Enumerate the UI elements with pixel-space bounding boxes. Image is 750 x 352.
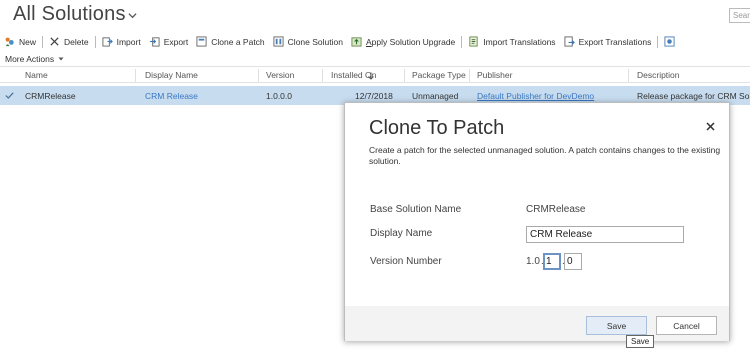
grid-header: Name Display Name Version Installed On P…: [0, 66, 750, 83]
check-icon[interactable]: [5, 92, 14, 99]
cell-package-type: Unmanaged: [412, 91, 459, 101]
cell-publisher[interactable]: Default Publisher for DevDemo: [477, 91, 594, 101]
column-header-publisher[interactable]: Publisher: [477, 70, 512, 80]
export-label: Export: [163, 36, 189, 47]
clone-patch-icon: [196, 36, 207, 47]
publish-icon: [664, 36, 675, 47]
column-header-display-name[interactable]: Display Name: [145, 70, 198, 80]
import-icon: [102, 37, 113, 47]
import-button[interactable]: Import: [98, 33, 145, 50]
import-translations-button[interactable]: Import Translations: [464, 33, 559, 50]
import-translations-icon: [469, 36, 478, 47]
page-title: All Solutions: [13, 3, 126, 25]
delete-icon: [50, 37, 59, 46]
version-revision-field[interactable]: 0: [564, 253, 582, 270]
delete-label: Delete: [64, 36, 89, 47]
search-input[interactable]: Search: [729, 8, 750, 23]
more-actions-label: More Actions: [5, 54, 55, 64]
export-translations-icon: [564, 36, 575, 47]
cell-installed-on: 12/7/2018: [355, 91, 393, 101]
column-divider: [322, 69, 323, 82]
toolbar-divider: [657, 35, 659, 48]
column-divider: [628, 69, 629, 82]
chevron-down-icon[interactable]: [128, 11, 137, 20]
clone-solution-button[interactable]: Clone Solution: [269, 33, 347, 50]
new-label: New: [19, 36, 37, 47]
clone-solution-label: Clone Solution: [287, 36, 343, 47]
import-label: Import: [116, 36, 141, 47]
chevron-down-icon: [58, 57, 64, 61]
apply-upgrade-icon: [351, 37, 362, 47]
more-actions-menu[interactable]: More Actions: [5, 54, 64, 64]
cell-display-name[interactable]: CRM Release: [145, 91, 198, 101]
column-divider: [404, 69, 405, 82]
display-name-field[interactable]: CRM Release: [526, 226, 684, 243]
toolbar-divider: [461, 35, 463, 48]
version-build-field[interactable]: 1: [543, 253, 561, 270]
clone-patch-label: Clone a Patch: [211, 36, 265, 47]
clone-to-patch-dialog: Clone To Patch Create a patch for the se…: [344, 102, 730, 341]
apply-upgrade-label: Apply Solution Upgrade: [365, 36, 456, 47]
cell-description: Release package for CRM Solutions: [637, 91, 750, 101]
cancel-button[interactable]: Cancel: [656, 316, 717, 335]
version-number-label: Version Number: [370, 256, 442, 267]
cell-name: CRMRelease: [25, 91, 76, 101]
delete-button[interactable]: Delete: [45, 33, 93, 50]
toolbar-divider: [94, 35, 96, 48]
column-header-description[interactable]: Description: [637, 70, 680, 80]
save-tooltip: Save: [626, 335, 655, 348]
column-divider: [469, 69, 470, 82]
save-button[interactable]: Save: [586, 316, 647, 335]
version-prefix: 1.0: [526, 256, 540, 267]
cell-version: 1.0.0.0: [266, 91, 292, 101]
column-divider: [135, 69, 136, 82]
apply-upgrade-button[interactable]: Apply Solution Upgrade: [347, 33, 459, 50]
dialog-description: Create a patch for the selected unmanage…: [369, 145, 721, 166]
export-icon: [149, 37, 160, 47]
new-icon: [5, 37, 14, 47]
column-header-package-type[interactable]: Package Type: [412, 70, 466, 80]
column-header-version[interactable]: Version: [266, 70, 294, 80]
export-translations-label: Export Translations: [578, 36, 652, 47]
clone-patch-button[interactable]: Clone a Patch: [192, 33, 268, 50]
new-button[interactable]: New: [0, 33, 40, 50]
column-divider: [258, 69, 259, 82]
export-translations-button[interactable]: Export Translations: [560, 33, 656, 50]
close-icon[interactable]: [706, 122, 715, 131]
base-solution-value: CRMRelease: [526, 204, 586, 215]
dialog-footer: Save Cancel: [345, 306, 729, 341]
clone-solution-icon: [273, 36, 284, 47]
sort-descending-icon: [368, 72, 374, 80]
column-header-name[interactable]: Name: [25, 70, 48, 80]
export-button[interactable]: Export: [145, 33, 193, 50]
toolbar-divider: [42, 35, 44, 48]
command-bar: New Delete Import Export Clone a Patch C…: [0, 33, 750, 50]
more-toolbar-button[interactable]: [660, 33, 683, 50]
import-translations-label: Import Translations: [483, 36, 556, 47]
dialog-title: Clone To Patch: [369, 117, 505, 139]
display-name-label: Display Name: [370, 228, 433, 239]
base-solution-label: Base Solution Name: [370, 204, 462, 215]
